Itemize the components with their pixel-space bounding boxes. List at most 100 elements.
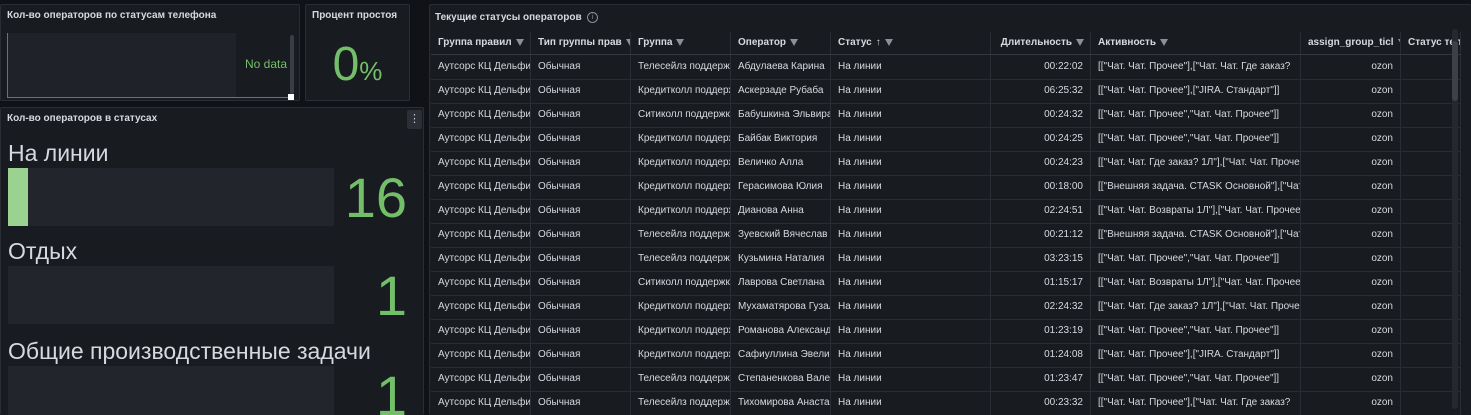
- table-cell: На линии: [831, 319, 991, 343]
- table-cell: Кредитколл поддержка: [631, 199, 731, 223]
- table-cell: Абдулаева Карина: [731, 55, 831, 79]
- table-cell: Аутсорс КЦ Дельфин: [431, 367, 531, 391]
- table-row[interactable]: Аутсорс КЦ Дельфин Обычная Ситиколл поддер…: [431, 271, 1461, 296]
- table-cell: Кредитколл поддержка: [631, 127, 731, 151]
- table-row[interactable]: Аутсорс КЦ Дельфин Обычная Телесейлз подде…: [431, 247, 1461, 272]
- table-cell: Аутсорс КЦ Дельфин: [431, 127, 531, 151]
- table-cell: Байбак Виктория: [731, 127, 831, 151]
- column-header-label: Оператор: [738, 37, 787, 48]
- table-row[interactable]: Аутсорс КЦ Дельфин Обычная Телесейлз подде…: [431, 223, 1461, 248]
- table-cell: Аутсорс КЦ Дельфин: [431, 343, 531, 367]
- table-cell: Обычная: [531, 343, 631, 367]
- status-gauge-fill: [8, 168, 28, 226]
- column-header-label: Длительность: [1000, 37, 1072, 48]
- idle-percent-title: Процент простоя: [312, 10, 398, 21]
- chart-scroll-handle[interactable]: [288, 94, 294, 100]
- table-cell: Обычная: [531, 247, 631, 271]
- table-cell: Телесейлз поддержка: [631, 55, 731, 79]
- table-cell: 01:15:17: [991, 271, 1091, 295]
- table-cell: На линии: [831, 247, 991, 271]
- column-header[interactable]: Группа правил: [431, 32, 531, 54]
- table-cell: Телесейлз поддержка: [631, 223, 731, 247]
- table-cell: Обычная: [531, 295, 631, 319]
- table-cell: Обычная: [531, 367, 631, 391]
- table-cell: 03:23:15: [991, 247, 1091, 271]
- column-header[interactable]: Группа: [631, 32, 731, 54]
- filter-icon[interactable]: [1076, 39, 1084, 46]
- table-row[interactable]: Аутсорс КЦ Дельфин Обычная Телесейлз подде…: [431, 391, 1461, 415]
- column-header[interactable]: assign_group_ticl: [1301, 32, 1401, 54]
- table-cell: [["Чат. Чат. Прочее","Чат. Чат. Прочее"]…: [1091, 247, 1301, 271]
- column-header[interactable]: Длительность: [991, 32, 1091, 54]
- table-row[interactable]: Аутсорс КЦ Дельфин Обычная Кредитколл подд…: [431, 343, 1461, 368]
- table-cell: Обычная: [531, 271, 631, 295]
- table-row[interactable]: Аутсорс КЦ Дельфин Обычная Кредитколл подд…: [431, 127, 1461, 152]
- info-icon[interactable]: i: [587, 12, 598, 23]
- table-cell: ozon: [1301, 55, 1401, 79]
- table-cell: Аутсорс КЦ Дельфин: [431, 319, 531, 343]
- table-scrollbar-thumb[interactable]: [1452, 41, 1458, 101]
- status-gauge-track: [8, 266, 334, 324]
- table-cell: 00:21:12: [991, 223, 1091, 247]
- table-cell: [["Чат. Чат. Прочее"],["JIRA. Стандарт"]…: [1091, 343, 1301, 367]
- table-row[interactable]: Аутсорс КЦ Дельфин Обычная Кредитколл подд…: [431, 319, 1461, 344]
- table-cell: 00:24:32: [991, 103, 1091, 127]
- status-gauge-track: [8, 366, 334, 415]
- table-cell: На линии: [831, 79, 991, 103]
- table-cell: [["Чат. Чат. Прочее"],["JIRA. Стандарт"]…: [1091, 79, 1301, 103]
- table-cell: Кредитколл поддержка: [631, 175, 731, 199]
- table-row[interactable]: Аутсорс КЦ Дельфин Обычная Телесейлз подде…: [431, 55, 1461, 80]
- table-cell: ozon: [1301, 391, 1401, 415]
- column-header[interactable]: Оператор: [731, 32, 831, 54]
- table-cell: [["Чат. Чат. Возвраты 1Л"],["Чат. Чат. П…: [1091, 199, 1301, 223]
- table-header-row: Группа правил Тип группы прав Группа Операт…: [431, 32, 1461, 55]
- column-header-label: Группа правил: [438, 37, 512, 48]
- column-header[interactable]: Активность: [1091, 32, 1301, 54]
- filter-icon[interactable]: [790, 39, 799, 46]
- no-data-label: No data: [245, 57, 288, 71]
- table-cell: Кредитколл поддержка: [631, 343, 731, 367]
- table-cell: Обычная: [531, 127, 631, 151]
- status-counts-panel: Кол-во операторов в статусах ⋮ На линии …: [0, 107, 424, 415]
- status-gauge-value: 1: [375, 264, 407, 327]
- table-cell: Ситиколл поддержка: [631, 103, 731, 127]
- table-cell: ozon: [1301, 319, 1401, 343]
- table-cell: На линии: [831, 295, 991, 319]
- table-row[interactable]: Аутсорс КЦ Дельфин Обычная Кредитколл подд…: [431, 79, 1461, 104]
- table-cell: ozon: [1301, 103, 1401, 127]
- filter-icon[interactable]: [1160, 39, 1169, 46]
- filter-icon[interactable]: [676, 39, 685, 46]
- table-cell: Аутсорс КЦ Дельфин: [431, 79, 531, 103]
- sort-ascending-icon[interactable]: ↑: [876, 37, 881, 48]
- table-cell: ozon: [1301, 127, 1401, 151]
- table-row[interactable]: Аутсорс КЦ Дельфин Обычная Телесейлз подде…: [431, 367, 1461, 392]
- table-cell: Обычная: [531, 391, 631, 415]
- phone-status-panel: Кол-во операторов по статусам телефона N…: [0, 4, 300, 101]
- table-cell: Кредитколл поддержка: [631, 295, 731, 319]
- table-cell: ozon: [1301, 271, 1401, 295]
- table-row[interactable]: Аутсорс КЦ Дельфин Обычная Кредитколл подд…: [431, 199, 1461, 224]
- filter-icon[interactable]: [515, 39, 524, 46]
- table-cell: 01:23:19: [991, 319, 1091, 343]
- table-cell: Аутсорс КЦ Дельфин: [431, 247, 531, 271]
- table-row[interactable]: Аутсорс КЦ Дельфин Обычная Кредитколл подд…: [431, 295, 1461, 320]
- column-header[interactable]: Тип группы прав: [531, 32, 631, 54]
- table-cell: Обычная: [531, 223, 631, 247]
- table-row[interactable]: Аутсорс КЦ Дельфин Обычная Ситиколл поддер…: [431, 103, 1461, 128]
- table-panel-title: Текущие статусы операторов: [435, 12, 582, 23]
- table-cell: Кузьмина Наталия: [731, 247, 831, 271]
- status-gauge-label: Отдых: [8, 238, 78, 264]
- table-cell: На линии: [831, 55, 991, 79]
- chart-scrollbar[interactable]: [290, 35, 294, 94]
- table-cell: Обычная: [531, 151, 631, 175]
- status-gauge-label: На линии: [8, 140, 109, 166]
- table-row[interactable]: Аутсорс КЦ Дельфин Обычная Кредитколл подд…: [431, 175, 1461, 200]
- table-cell: [["Чат. Чат. Прочее"],["Чат. Чат. Где за…: [1091, 391, 1301, 415]
- table-row[interactable]: Аутсорс КЦ Дельфин Обычная Кредитколл подд…: [431, 151, 1461, 176]
- column-header[interactable]: Статус ↑: [831, 32, 991, 54]
- vertical-dots-icon[interactable]: ⋮: [407, 110, 422, 129]
- table-cell: Мухаматярова Гузалия: [731, 295, 831, 319]
- filter-icon[interactable]: [884, 39, 893, 46]
- table-cell: Кредитколл поддержка: [631, 79, 731, 103]
- table-cell: [["Чат. Чат. Прочее","Чат. Чат. Прочее"]…: [1091, 103, 1301, 127]
